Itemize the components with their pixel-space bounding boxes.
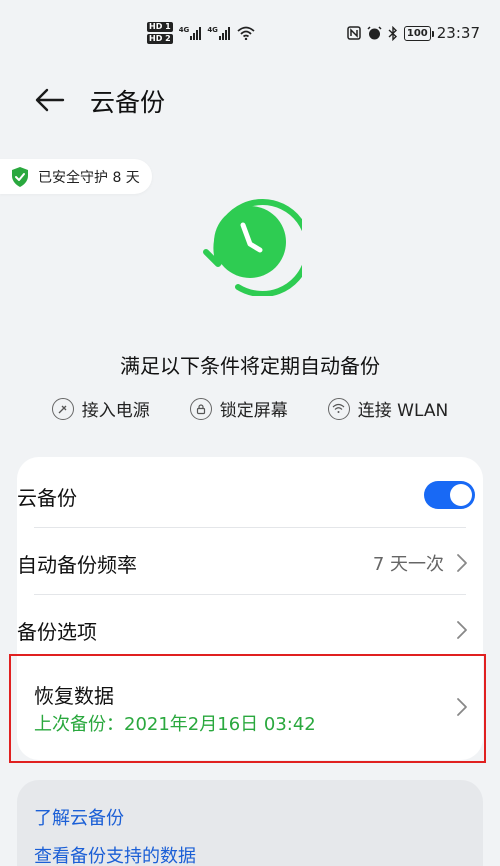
cloud-backup-label: 云备份 bbox=[17, 485, 77, 510]
wifi-icon bbox=[327, 397, 350, 420]
condition-label: 锁定屏幕 bbox=[219, 401, 288, 421]
page-title: 云备份 bbox=[90, 88, 166, 117]
chevron-right-icon bbox=[457, 621, 467, 639]
chevron-right-icon bbox=[457, 554, 467, 572]
condition-wlan: 连接 WLAN bbox=[327, 396, 449, 421]
chevron-right-icon bbox=[457, 698, 467, 716]
hd-badges: HD 1 HD 2 bbox=[147, 22, 173, 44]
battery-icon: 100 bbox=[403, 25, 434, 41]
last-backup-text: 上次备份：2021年2月16日 03:42 bbox=[34, 714, 316, 735]
network-type-label: 4G bbox=[178, 26, 190, 34]
network-type-label: 4G bbox=[207, 26, 218, 34]
power-plug-icon bbox=[51, 397, 74, 420]
bluetooth-icon bbox=[388, 25, 397, 41]
cloud-backup-row: 云备份 bbox=[17, 466, 480, 526]
signal-icon: 4G bbox=[179, 26, 202, 40]
network-indicators: HD 1 HD 2 4G 4G bbox=[147, 22, 255, 44]
shield-check-icon bbox=[12, 166, 28, 187]
conditions-title: 满足以下条件将定期自动备份 bbox=[120, 354, 380, 378]
cloud-backup-toggle[interactable] bbox=[424, 481, 475, 509]
backup-frequency-value: 7 天一次 bbox=[372, 554, 444, 575]
conditions-list: 接入电源 锁定屏幕 连接 WLAN bbox=[0, 396, 500, 421]
restore-data-label: 恢复数据 bbox=[34, 684, 114, 708]
alarm-icon bbox=[367, 25, 382, 39]
learn-cloud-backup-link[interactable]: 了解云备份 bbox=[34, 804, 124, 830]
status-time: 23:37 bbox=[436, 24, 480, 42]
status-bar: HD 1 HD 2 4G 4G 100 23:37 bbox=[0, 0, 500, 72]
backup-options-label: 备份选项 bbox=[17, 619, 97, 644]
signal-icon: 4G bbox=[207, 26, 230, 40]
condition-lock: 锁定屏幕 bbox=[189, 396, 288, 421]
wifi-status-icon bbox=[237, 26, 255, 40]
protection-days-text: 已安全守护 8 天 bbox=[38, 169, 140, 186]
divider bbox=[34, 527, 466, 528]
divider bbox=[34, 594, 466, 595]
condition-label: 接入电源 bbox=[81, 401, 150, 421]
hd1-badge: HD 1 bbox=[147, 22, 173, 32]
condition-label: 连接 WLAN bbox=[357, 401, 449, 421]
back-button[interactable] bbox=[30, 82, 70, 118]
status-icons-right: 100 23:37 bbox=[347, 24, 480, 42]
lock-icon bbox=[189, 397, 212, 420]
protection-status-badge: 已安全守护 8 天 bbox=[0, 159, 152, 194]
backup-options-row[interactable]: 备份选项 bbox=[17, 600, 480, 660]
arrow-left-icon bbox=[35, 88, 65, 112]
backup-frequency-label: 自动备份频率 bbox=[17, 552, 137, 577]
supported-data-link[interactable]: 查看备份支持的数据 bbox=[34, 842, 196, 866]
condition-power: 接入电源 bbox=[51, 396, 150, 421]
hd2-badge: HD 2 bbox=[147, 34, 173, 44]
clock-refresh-icon bbox=[198, 192, 312, 297]
nfc-icon bbox=[347, 26, 361, 40]
